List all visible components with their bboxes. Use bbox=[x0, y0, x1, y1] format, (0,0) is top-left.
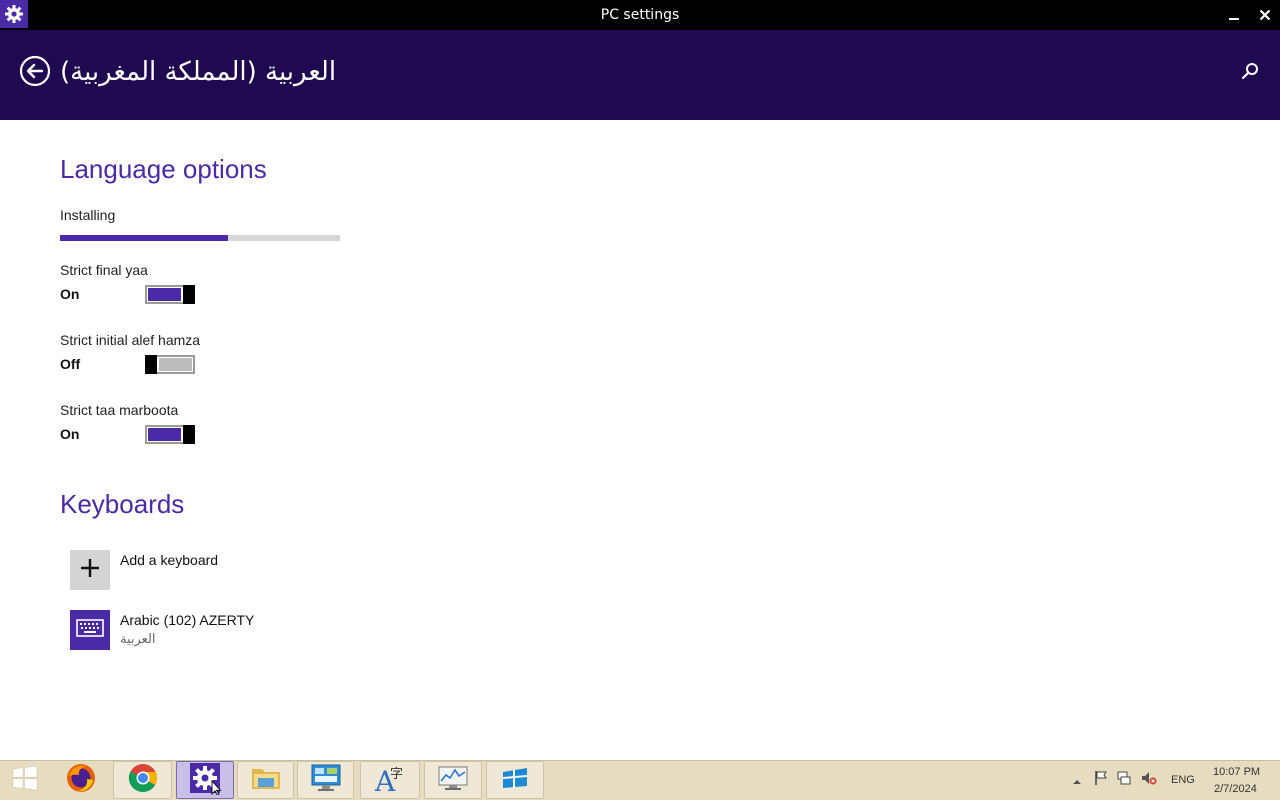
chevron-up-icon bbox=[1072, 771, 1082, 790]
language-a-icon: A 字 bbox=[373, 762, 407, 798]
page-header: العربية (المملكة المغربية) bbox=[0, 30, 1280, 120]
search-icon bbox=[1240, 63, 1260, 85]
control-panel-icon bbox=[310, 763, 342, 797]
chrome-icon bbox=[127, 762, 159, 798]
language-options-heading: Language options bbox=[60, 154, 267, 184]
taskbar-control-panel[interactable] bbox=[297, 761, 354, 799]
install-progress-fill bbox=[60, 235, 228, 241]
back-arrow-icon bbox=[19, 55, 51, 91]
install-status-text: Installing bbox=[60, 207, 116, 223]
input-language-indicator[interactable]: ENG bbox=[1171, 774, 1195, 786]
option-state-strict-taa-marboota: On bbox=[60, 426, 80, 442]
toggle-strict-final-yaa[interactable] bbox=[145, 285, 195, 304]
firefox-icon bbox=[65, 762, 97, 798]
minimize-icon bbox=[1228, 6, 1240, 25]
taskbar-app-tile[interactable] bbox=[486, 761, 544, 799]
keyboard-item-arabic[interactable] bbox=[70, 610, 110, 650]
keyboard-item-name[interactable]: Arabic (102) AZERTY bbox=[120, 612, 254, 628]
add-keyboard-button[interactable] bbox=[70, 550, 110, 590]
toggle-strict-taa-marboota[interactable] bbox=[145, 425, 195, 444]
blue-tile-app-icon bbox=[499, 764, 531, 796]
add-keyboard-label[interactable]: Add a keyboard bbox=[120, 552, 218, 568]
window-titlebar: PC settings bbox=[0, 0, 1280, 30]
toggle-thumb bbox=[145, 355, 157, 374]
taskbar-file-explorer[interactable] bbox=[237, 761, 294, 799]
action-center-button[interactable] bbox=[1093, 770, 1109, 790]
taskbar-pc-settings[interactable] bbox=[176, 761, 234, 799]
windows-start-icon bbox=[12, 765, 38, 794]
option-state-strict-final-yaa: On bbox=[60, 286, 80, 302]
volume-muted-icon bbox=[1140, 770, 1158, 790]
network-icon bbox=[1116, 770, 1132, 790]
volume-button[interactable] bbox=[1141, 772, 1157, 788]
minimize-button[interactable] bbox=[1218, 0, 1250, 30]
svg-text:字: 字 bbox=[390, 767, 403, 782]
taskbar-firefox[interactable] bbox=[55, 761, 107, 799]
option-label-strict-initial-alef-hamza: Strict initial alef hamza bbox=[60, 332, 201, 348]
back-button[interactable] bbox=[19, 55, 51, 87]
window-title: PC settings bbox=[600, 7, 680, 23]
clock-time[interactable]: 10:07 PM bbox=[1213, 766, 1260, 778]
page-title: العربية (المملكة المغربية) bbox=[60, 57, 337, 87]
install-progress-bar bbox=[60, 235, 340, 241]
option-label-strict-taa-marboota: Strict taa marboota bbox=[60, 402, 179, 418]
taskbar-language-tool[interactable]: A 字 bbox=[360, 761, 420, 799]
taskbar-performance-monitor[interactable] bbox=[424, 761, 482, 799]
flag-icon bbox=[1094, 770, 1108, 790]
keyboard-icon bbox=[76, 618, 104, 642]
plus-icon bbox=[79, 557, 101, 583]
taskbar-chrome[interactable] bbox=[113, 761, 172, 799]
toggle-thumb bbox=[183, 425, 195, 444]
toggle-strict-initial-alef-hamza[interactable] bbox=[145, 355, 195, 374]
folder-icon bbox=[250, 764, 282, 796]
keyboards-heading: Keyboards bbox=[60, 489, 185, 519]
search-button[interactable] bbox=[1240, 61, 1262, 83]
keyboard-item-language: العربية bbox=[120, 632, 156, 647]
settings-gear-icon bbox=[188, 761, 222, 799]
toggle-thumb bbox=[183, 285, 195, 304]
network-button[interactable] bbox=[1116, 770, 1132, 790]
close-icon bbox=[1259, 6, 1271, 25]
option-label-strict-final-yaa: Strict final yaa bbox=[60, 262, 148, 278]
show-hidden-icons-button[interactable] bbox=[1069, 772, 1085, 788]
start-button[interactable] bbox=[2, 761, 48, 799]
monitor-chart-icon bbox=[437, 764, 469, 796]
close-button[interactable] bbox=[1249, 0, 1280, 30]
clock-date[interactable]: 2/7/2024 bbox=[1214, 783, 1257, 795]
option-state-strict-initial-alef-hamza: Off bbox=[60, 356, 81, 372]
